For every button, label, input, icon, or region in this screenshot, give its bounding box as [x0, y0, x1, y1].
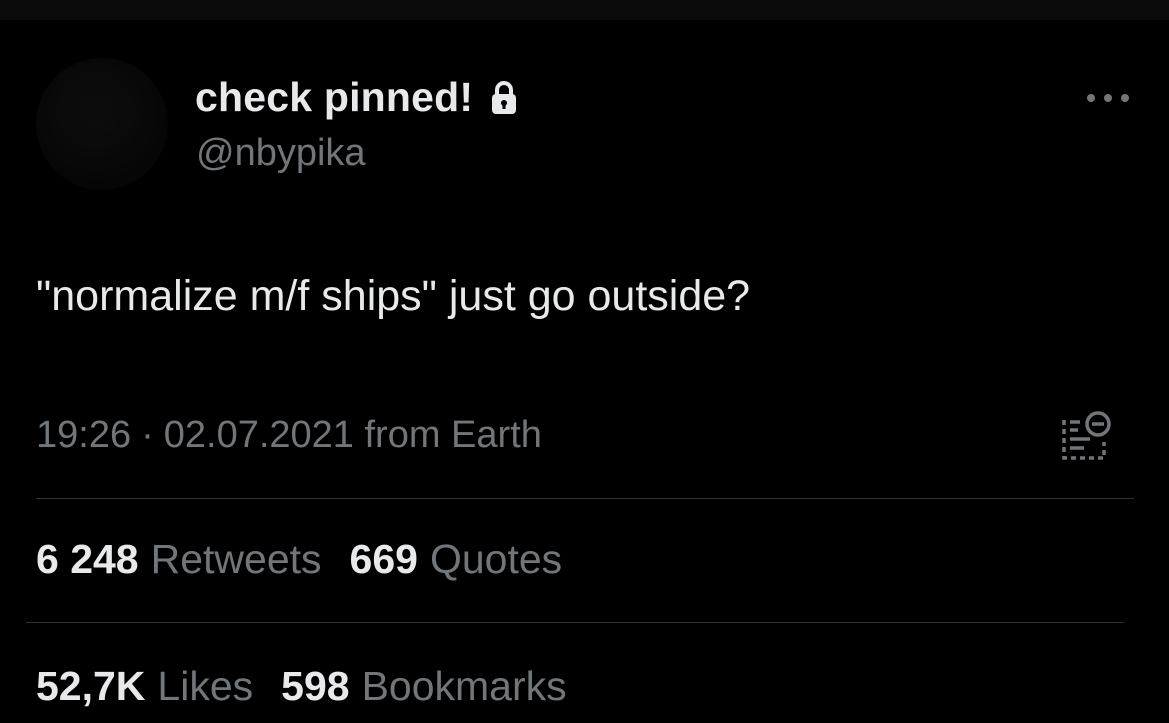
view-activity-icon[interactable] — [1056, 406, 1114, 466]
user-handle[interactable]: @nbypika — [196, 132, 366, 175]
tweet-meta: 19:26 · 02.07.2021 from Earth — [36, 414, 542, 457]
retweets-stat[interactable]: 6 248 Retweets — [36, 536, 322, 583]
divider-top — [36, 498, 1134, 499]
retweets-label: Retweets — [150, 536, 322, 582]
divider-middle — [26, 622, 1124, 623]
quotes-stat[interactable]: 669 Quotes — [350, 536, 563, 583]
tweet-date[interactable]: 02.07.2021 — [164, 414, 354, 456]
tweet-text: "normalize m/f ships" just go outside? — [36, 272, 751, 320]
stats-row-shares: 6 248 Retweets 669 Quotes — [36, 536, 590, 583]
display-name[interactable]: check pinned! — [195, 74, 473, 121]
bookmarks-count: 598 — [281, 663, 350, 709]
tweet-time[interactable]: 19:26 — [36, 414, 131, 456]
quotes-label: Quotes — [429, 536, 563, 582]
retweets-count: 6 248 — [36, 536, 139, 582]
likes-label: Likes — [157, 663, 254, 709]
tweet-source: from Earth — [364, 414, 542, 456]
meta-separator: · — [141, 414, 154, 456]
likes-stat[interactable]: 52,7K Likes — [36, 663, 253, 710]
bookmarks-label: Bookmarks — [361, 663, 567, 709]
more-options-icon[interactable] — [1084, 88, 1132, 108]
avatar[interactable] — [36, 58, 168, 190]
lock-icon — [492, 80, 517, 114]
top-bar — [0, 0, 1169, 20]
display-name-row[interactable]: check pinned! — [195, 74, 519, 121]
quotes-count: 669 — [349, 536, 418, 582]
stats-row-engagement: 52,7K Likes 598 Bookmarks — [36, 663, 595, 710]
likes-count: 52,7K — [36, 663, 146, 709]
bookmarks-stat[interactable]: 598 Bookmarks — [281, 663, 566, 710]
